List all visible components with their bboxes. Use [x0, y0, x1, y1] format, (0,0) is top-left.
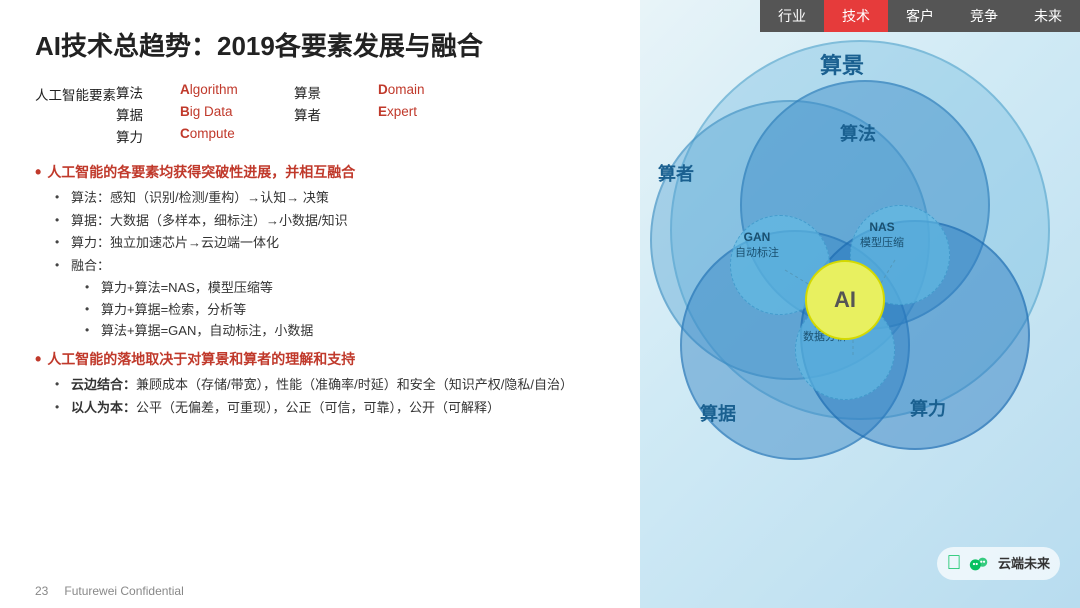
label-suanli: 算力: [910, 395, 946, 421]
label-suanju: 算据: [700, 400, 736, 426]
elements-label: 人工智能要素: [35, 82, 116, 104]
element-zh-suanjing: 算景: [294, 82, 374, 102]
bullet-dot-red-2: •: [35, 349, 41, 371]
wechat-icon: : [947, 552, 962, 575]
left-content-panel: AI技术总趋势：2019各要素发展与融合 人工智能要素 算法 Algorithm…: [0, 0, 660, 608]
nav-item-tech[interactable]: 技术: [824, 0, 888, 32]
sub-sub-bullet-1-3-text: 算法+算据=GAN，自动标注，小数据: [101, 321, 313, 341]
label-gan-sub: 自动标注: [735, 246, 779, 260]
sub-sub-bullets-1: • 算力+算法=NAS，模型压缩等 • 算力+算据=检索，分析等 • 算法+算据…: [85, 278, 625, 341]
page-number: 23: [35, 584, 48, 598]
elements-grid: 算法 Algorithm 算景 Domain 算据 Big Data 算者 Ex…: [116, 82, 458, 146]
sub-bullet-1-1: • 算法：感知（识别/检测/重构）→认知→ 决策: [55, 188, 625, 208]
nav-item-competition[interactable]: 竞争: [952, 0, 1016, 32]
element-zh-suanli: 算力: [116, 126, 176, 146]
label-suanzhe: 算者: [658, 160, 694, 186]
confidential-text: Futurewei Confidential: [64, 584, 183, 598]
top-navigation: 行业 技术 客户 竞争 未来: [760, 0, 1080, 32]
label-nas-title: NAS: [860, 220, 904, 236]
bullet-dot-red-1: •: [35, 162, 41, 184]
element-en-bigdata: Big Data: [180, 104, 290, 124]
red-bullet-2-text: 人工智能的落地取决于对算景和算者的理解和支持: [47, 349, 355, 369]
elements-section: 人工智能要素 算法 Algorithm 算景 Domain 算据 Big Dat…: [35, 82, 625, 146]
sub-bullet-1-1-text: 算法：感知（识别/检测/重构）→认知→ 决策: [71, 188, 329, 208]
red-bullet-2: • 人工智能的落地取决于对算景和算者的理解和支持: [35, 349, 625, 371]
element-en-domain: Domain: [378, 82, 458, 102]
sub-sub-bullet-1-3: • 算法+算据=GAN，自动标注，小数据: [85, 321, 625, 341]
element-zh-suanju: 算据: [116, 104, 176, 124]
label-gan: GAN 自动标注: [735, 230, 779, 260]
red-bullet-1-text: 人工智能的各要素均获得突破性进展，并相互融合: [47, 162, 355, 182]
sub-bullet-2-2: • 以人为本：公平（无偏差，可重现），公正（可信，可靠），公开（可解释）: [55, 398, 625, 418]
nav-item-future[interactable]: 未来: [1016, 0, 1080, 32]
element-en-compute: Compute: [180, 126, 290, 146]
sub-bullet-1-4: • 融合：: [55, 256, 625, 276]
sub-bullet-1-3: • 算力：独立加速芯片→云边端一体化: [55, 233, 625, 253]
wechat-logo-svg: [968, 553, 990, 575]
label-suanjing: 算景: [820, 48, 864, 80]
element-zh-suanfa: 算法: [116, 82, 176, 102]
slide-title: AI技术总趋势：2019各要素发展与融合: [35, 30, 625, 64]
red-bullet-1: • 人工智能的各要素均获得突破性进展，并相互融合: [35, 162, 625, 184]
sub-bullets-2: • 云边结合：兼顾成本（存储/带宽），性能（准确率/时延）和安全（知识产权/隐私…: [55, 375, 625, 417]
sub-sub-bullet-1-2-text: 算力+算据=检索，分析等: [101, 300, 246, 320]
sub-sub-bullet-1-2: • 算力+算据=检索，分析等: [85, 300, 625, 320]
sub-sub-bullet-1-1-text: 算力+算法=NAS，模型压缩等: [101, 278, 273, 298]
slide-footer: 23 Futurewei Confidential: [35, 584, 184, 598]
wechat-badge:  云端未来: [937, 547, 1060, 580]
label-suanfa: 算法: [840, 120, 876, 146]
element-en-algorithm: Algorithm: [180, 82, 290, 102]
wechat-label: 云端未来: [968, 553, 1050, 575]
sub-bullets-1: • 算法：感知（识别/检测/重构）→认知→ 决策 • 算据：大数据（多样本，细标…: [55, 188, 625, 341]
sub-sub-bullet-1-1: • 算力+算法=NAS，模型压缩等: [85, 278, 625, 298]
nav-item-customer[interactable]: 客户: [888, 0, 952, 32]
sub-bullet-1-3-text: 算力：独立加速芯片→云边端一体化: [71, 233, 279, 253]
sub-bullet-2-1-text: 云边结合：兼顾成本（存储/带宽），性能（准确率/时延）和安全（知识产权/隐私/自…: [71, 375, 573, 395]
element-zh-suanzhe: 算者: [294, 104, 374, 124]
element-en-expert: Expert: [378, 104, 458, 124]
nav-item-industry[interactable]: 行业: [760, 0, 824, 32]
sub-bullet-1-2: • 算据：大数据（多样本，细标注）→小数据/知识: [55, 211, 625, 231]
sub-bullet-2-2-text: 以人为本：公平（无偏差，可重现），公正（可信，可靠），公开（可解释）: [71, 398, 500, 418]
wechat-text: 云端未来: [998, 556, 1050, 571]
sub-bullet-1-2-text: 算据：大数据（多样本，细标注）→小数据/知识: [71, 211, 348, 231]
venn-diagram: AI 算景 算者 算法 算据 算力 GAN 自动标注 NAS 模型压缩 搜索 数…: [640, 20, 1080, 600]
label-nas: NAS 模型压缩: [860, 220, 904, 250]
sub-bullet-1-4-text: 融合：: [71, 256, 110, 276]
right-diagram-panel: AI 算景 算者 算法 算据 算力 GAN 自动标注 NAS 模型压缩 搜索 数…: [640, 0, 1080, 608]
circle-ai: AI: [805, 260, 885, 340]
label-gan-title: GAN: [735, 230, 779, 246]
sub-bullet-2-1: • 云边结合：兼顾成本（存储/带宽），性能（准确率/时延）和安全（知识产权/隐私…: [55, 375, 625, 395]
label-nas-sub: 模型压缩: [860, 236, 904, 250]
